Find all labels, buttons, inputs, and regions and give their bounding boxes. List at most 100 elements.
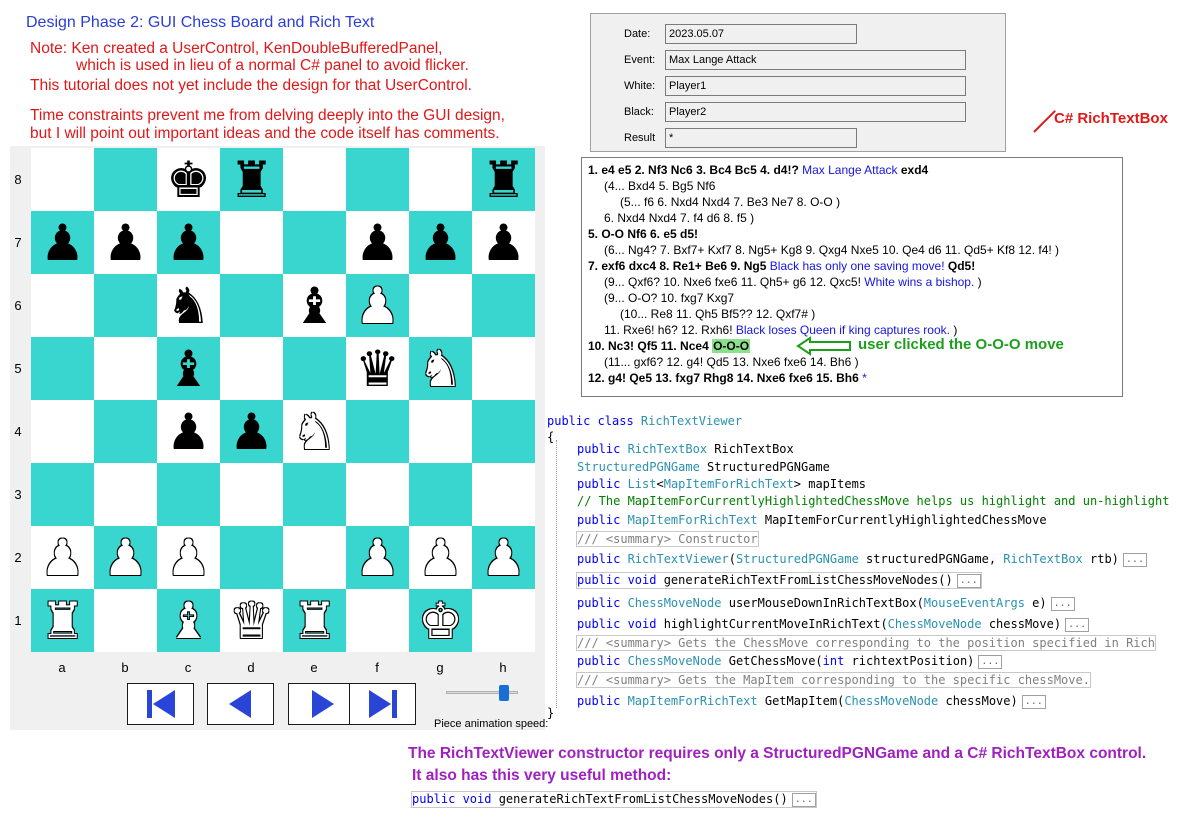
- square-e1[interactable]: ♜: [283, 589, 346, 652]
- black-pawn-icon[interactable]: ♟: [229, 407, 274, 457]
- white-bishop-icon[interactable]: ♝: [166, 596, 211, 646]
- white-knight-icon[interactable]: ♞: [292, 407, 337, 457]
- variation-close[interactable]: ): [953, 323, 957, 337]
- move-text[interactable]: 7. exf6 dxc4 8. Re1+ Be6 9. Ng5: [588, 259, 766, 273]
- square-e2[interactable]: [283, 526, 346, 589]
- white-pawn-icon[interactable]: ♟: [481, 533, 526, 583]
- square-d5[interactable]: [220, 337, 283, 400]
- comment-text[interactable]: Max Lange Attack: [802, 163, 897, 177]
- collapsed-block[interactable]: ...: [956, 573, 981, 588]
- variation-line[interactable]: (10... Re8 11. Qh5 Bf5?? 12. Qxf7# ): [620, 307, 815, 321]
- white-rook-icon[interactable]: ♜: [292, 596, 337, 646]
- comment-text[interactable]: White wins a bishop.: [864, 275, 974, 289]
- square-g5[interactable]: ♞: [409, 337, 472, 400]
- variation-line[interactable]: 6. Nxd4 Nxd4 7. f4 d6 8. f5 ): [604, 211, 754, 225]
- white-king-icon[interactable]: ♚: [418, 596, 463, 646]
- square-a8[interactable]: [31, 148, 94, 211]
- square-f4[interactable]: [346, 400, 409, 463]
- square-e8[interactable]: [283, 148, 346, 211]
- date-field[interactable]: 2023.05.07: [665, 24, 857, 44]
- white-field[interactable]: Player1: [665, 76, 966, 96]
- next-move-button[interactable]: [288, 683, 355, 725]
- white-pawn-icon[interactable]: ♟: [355, 533, 400, 583]
- square-e4[interactable]: ♞: [283, 400, 346, 463]
- square-b8[interactable]: [94, 148, 157, 211]
- result-marker[interactable]: *: [862, 371, 867, 385]
- square-h4[interactable]: [472, 400, 535, 463]
- square-d1[interactable]: ♛: [220, 589, 283, 652]
- square-f6[interactable]: ♟: [346, 274, 409, 337]
- square-c8[interactable]: ♚: [157, 148, 220, 211]
- square-e3[interactable]: [283, 463, 346, 526]
- code-collapsed-summary[interactable]: /// <summary> Gets the MapItem correspon…: [576, 672, 1091, 688]
- black-queen-icon[interactable]: ♛: [355, 344, 400, 394]
- code-line[interactable]: public ChessMoveNode userMouseDownInRich…: [577, 596, 1075, 611]
- square-d2[interactable]: [220, 526, 283, 589]
- code-collapsed-summary[interactable]: /// <summary> Gets the ChessMove corresp…: [576, 635, 1156, 651]
- black-pawn-icon[interactable]: ♟: [418, 218, 463, 268]
- comment-text[interactable]: Black loses Queen if king captures rook.: [736, 323, 950, 337]
- square-a5[interactable]: [31, 337, 94, 400]
- event-field[interactable]: Max Lange Attack: [665, 50, 966, 70]
- black-pawn-icon[interactable]: ♟: [103, 218, 148, 268]
- white-pawn-icon[interactable]: ♟: [40, 533, 85, 583]
- square-a1[interactable]: ♜: [31, 589, 94, 652]
- square-g6[interactable]: [409, 274, 472, 337]
- square-c4[interactable]: ♟: [157, 400, 220, 463]
- square-g8[interactable]: [409, 148, 472, 211]
- code-line[interactable]: public void generateRichTextFromListChes…: [576, 572, 982, 589]
- square-f8[interactable]: [346, 148, 409, 211]
- square-g7[interactable]: ♟: [409, 211, 472, 274]
- square-g3[interactable]: [409, 463, 472, 526]
- square-d3[interactable]: [220, 463, 283, 526]
- square-b2[interactable]: ♟: [94, 526, 157, 589]
- result-field[interactable]: *: [665, 128, 857, 148]
- square-b7[interactable]: ♟: [94, 211, 157, 274]
- black-bishop-icon[interactable]: ♝: [166, 344, 211, 394]
- black-pawn-icon[interactable]: ♟: [481, 218, 526, 268]
- square-f3[interactable]: [346, 463, 409, 526]
- variation-line[interactable]: (9... O-O? 10. fxg7 Kxg7: [604, 291, 734, 305]
- black-field[interactable]: Player2: [665, 102, 966, 122]
- code-line[interactable]: public MapItemForRichText GetMapItem(Che…: [577, 694, 1046, 709]
- move-text[interactable]: 1. e4 e5 2. Nf3 Nc6 3. Bc4 Bc5 4. d4!?: [588, 163, 799, 177]
- white-knight-icon[interactable]: ♞: [418, 344, 463, 394]
- square-h7[interactable]: ♟: [472, 211, 535, 274]
- square-h3[interactable]: [472, 463, 535, 526]
- square-a4[interactable]: [31, 400, 94, 463]
- last-move-button[interactable]: [349, 683, 416, 725]
- square-d4[interactable]: ♟: [220, 400, 283, 463]
- square-c2[interactable]: ♟: [157, 526, 220, 589]
- collapsed-block[interactable]: ...: [978, 654, 1003, 669]
- move-text[interactable]: 10. Nc3! Qf5 11. Nce4: [588, 339, 709, 353]
- square-f5[interactable]: ♛: [346, 337, 409, 400]
- square-b5[interactable]: [94, 337, 157, 400]
- black-bishop-icon[interactable]: ♝: [292, 281, 337, 331]
- black-pawn-icon[interactable]: ♟: [166, 218, 211, 268]
- variation-line[interactable]: (5... f6 6. Nxd4 Nxd4 7. Be3 Ne7 8. O-O …: [620, 195, 840, 209]
- black-pawn-icon[interactable]: ♟: [166, 407, 211, 457]
- black-knight-icon[interactable]: ♞: [166, 281, 211, 331]
- square-c6[interactable]: ♞: [157, 274, 220, 337]
- square-c3[interactable]: [157, 463, 220, 526]
- variation-line[interactable]: (9... Qxf6? 10. Nxe6 fxe6 11. Qh5+ g6 12…: [604, 275, 861, 289]
- square-d7[interactable]: [220, 211, 283, 274]
- square-c1[interactable]: ♝: [157, 589, 220, 652]
- square-c5[interactable]: ♝: [157, 337, 220, 400]
- square-a3[interactable]: [31, 463, 94, 526]
- square-h6[interactable]: [472, 274, 535, 337]
- black-rook-icon[interactable]: ♜: [229, 155, 274, 205]
- speed-slider-thumb[interactable]: [498, 685, 509, 701]
- square-e5[interactable]: [283, 337, 346, 400]
- square-a7[interactable]: ♟: [31, 211, 94, 274]
- move-text[interactable]: Qd5!: [948, 259, 975, 273]
- white-pawn-icon[interactable]: ♟: [418, 533, 463, 583]
- chess-board[interactable]: ♚ ♜ ♜ ♟ ♟ ♟ ♟ ♟ ♟ ♞ ♝ ♟ ♝ ♛ ♞ ♟ ♟ ♞ ♟ ♟ ♟ ♟ ♟ ♟ ♜ ♝ ♛ ♜ ♚: [31, 148, 535, 652]
- variation-line[interactable]: (11... gxf6? 12. g4! Qd5 13. Nxe6 fxe6 1…: [604, 355, 859, 369]
- square-h2[interactable]: ♟: [472, 526, 535, 589]
- rich-text-box[interactable]: 1. e4 e5 2. Nf3 Nc6 3. Bc4 Bc5 4. d4!? M…: [581, 157, 1123, 397]
- square-b6[interactable]: [94, 274, 157, 337]
- square-b3[interactable]: [94, 463, 157, 526]
- square-f1[interactable]: [346, 589, 409, 652]
- square-f7[interactable]: ♟: [346, 211, 409, 274]
